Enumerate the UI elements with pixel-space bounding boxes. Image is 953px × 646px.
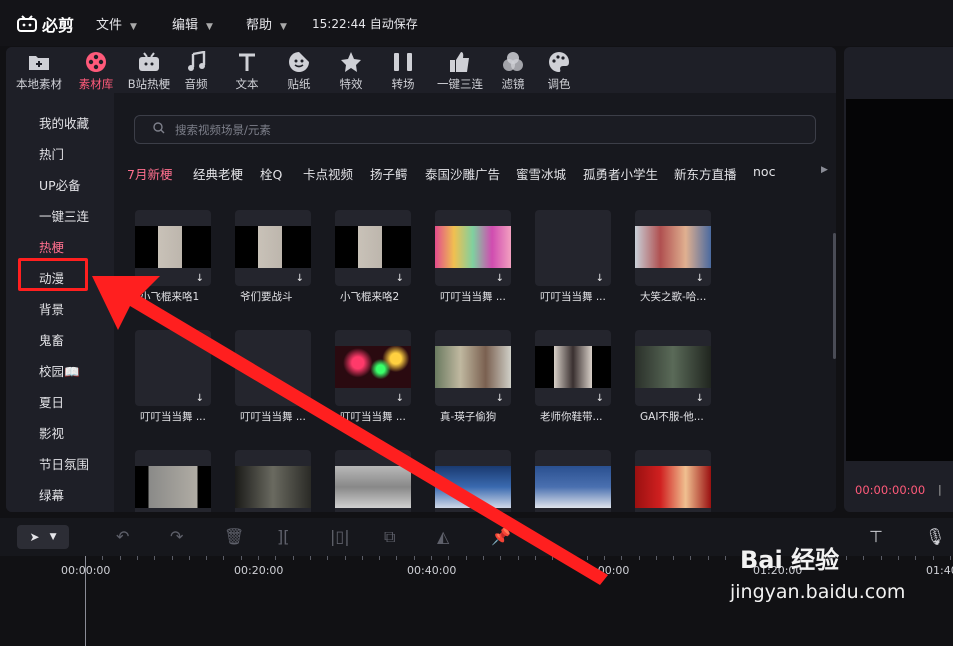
watermark-url: jingyan.baidu.com	[730, 581, 906, 603]
watermark: Bai 经验 jingyan.baidu.com	[730, 540, 905, 603]
watermark-brand: Bai 经验	[740, 546, 840, 574]
